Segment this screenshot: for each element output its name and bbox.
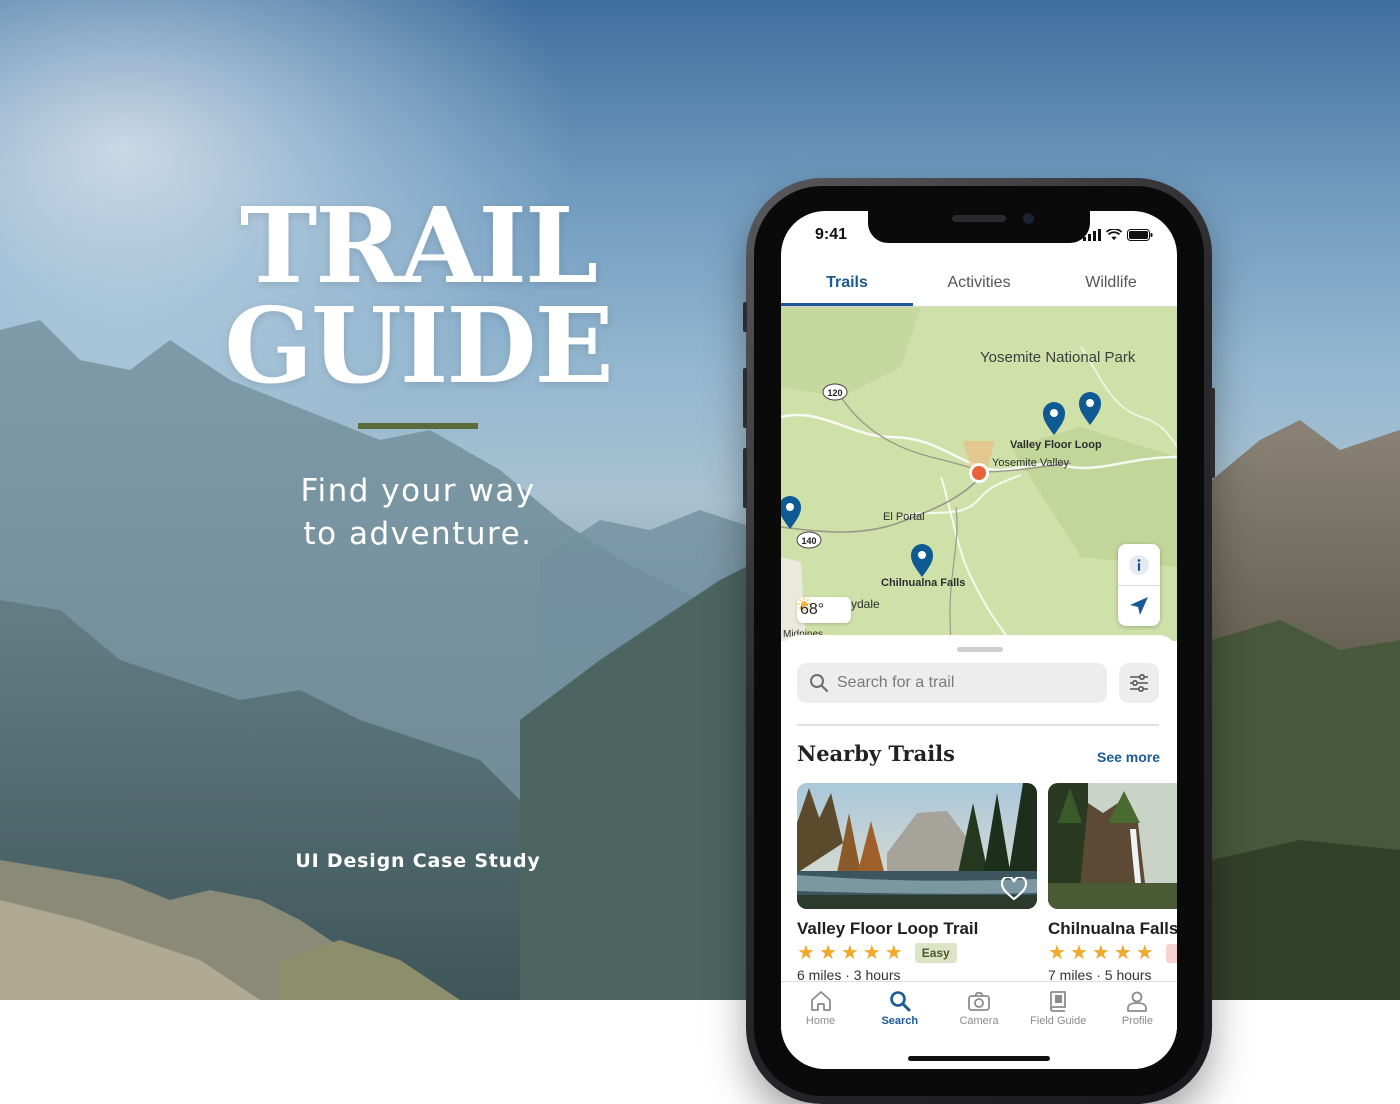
search-input[interactable] bbox=[837, 674, 1087, 692]
sun-icon bbox=[797, 597, 811, 611]
map-label-yosemite-valley: Yosemite Valley bbox=[992, 457, 1070, 469]
map-label-el-portal: El Portal bbox=[883, 511, 925, 523]
highway-140-label: 140 bbox=[801, 536, 816, 546]
map-label-chilnualna-falls: Chilnualna Falls bbox=[881, 577, 966, 589]
volume-up-button bbox=[743, 368, 747, 428]
app-screen: 9:41 Trails Activities Wildlife 120 140 … bbox=[781, 211, 1177, 1069]
star-icon: ★ bbox=[1091, 942, 1110, 964]
notch bbox=[868, 211, 1090, 243]
map-label-ydale: ydale bbox=[851, 597, 880, 611]
map-park-label: Yosemite National Park bbox=[980, 349, 1136, 366]
tab-field-guide-label: Field Guide bbox=[1030, 1015, 1087, 1027]
star-icon: ★ bbox=[1135, 942, 1154, 964]
trail-card-chilnualna-falls[interactable]: Chilnualna Falls ★ ★ ★ ★ ★ 7 miles · 5 h… bbox=[1048, 783, 1177, 983]
top-tabs: Trails Activities Wildlife bbox=[781, 263, 1177, 307]
volume-down-button bbox=[743, 448, 747, 508]
trail-photo-chilnualna-falls bbox=[1048, 783, 1177, 909]
heart-icon[interactable] bbox=[1001, 877, 1027, 901]
bottom-tab-bar: Home Search Camera Field Guide Profile bbox=[781, 981, 1177, 1069]
tagline-line-2: to adventure. bbox=[303, 516, 533, 552]
tab-search-label: Search bbox=[881, 1015, 919, 1027]
tagline-line-1: Find your way bbox=[300, 473, 536, 509]
tab-profile-label: Profile bbox=[1121, 1015, 1153, 1027]
map-info-button[interactable] bbox=[1118, 544, 1160, 585]
star-icon: ★ bbox=[840, 942, 859, 964]
profile-icon bbox=[1127, 991, 1148, 1012]
sliders-icon bbox=[1130, 674, 1148, 692]
tab-wildlife[interactable]: Wildlife bbox=[1045, 263, 1177, 306]
tab-home[interactable]: Home bbox=[781, 990, 860, 1027]
search-icon bbox=[810, 674, 829, 693]
location-arrow-icon bbox=[1130, 597, 1148, 615]
battery-icon bbox=[1127, 229, 1153, 241]
map-locate-button[interactable] bbox=[1118, 585, 1160, 626]
status-icons bbox=[1083, 229, 1153, 241]
wifi-icon bbox=[1106, 229, 1122, 240]
signal-icon bbox=[1083, 229, 1101, 241]
tab-camera[interactable]: Camera bbox=[939, 990, 1018, 1027]
trail-photo-valley-floor bbox=[797, 783, 1037, 909]
map-label-valley-floor-loop: Valley Floor Loop bbox=[1010, 439, 1102, 451]
map-controls bbox=[1118, 544, 1160, 626]
front-camera bbox=[1023, 213, 1034, 224]
title-line-1: TRAIL bbox=[239, 184, 598, 307]
tab-field-guide[interactable]: Field Guide bbox=[1019, 990, 1098, 1027]
search-icon bbox=[889, 991, 911, 1012]
search-bar[interactable] bbox=[797, 663, 1107, 703]
highway-120-label: 120 bbox=[827, 388, 842, 398]
title-line-2: GUIDE bbox=[224, 284, 614, 407]
home-icon bbox=[810, 991, 831, 1011]
see-more-link[interactable]: See more bbox=[1097, 749, 1160, 765]
tab-camera-label: Camera bbox=[959, 1015, 999, 1027]
difficulty-badge bbox=[1165, 943, 1177, 963]
star-icon: ★ bbox=[884, 942, 903, 964]
camera-icon bbox=[968, 992, 990, 1011]
star-icon: ★ bbox=[862, 942, 881, 964]
filter-button[interactable] bbox=[1119, 663, 1159, 703]
trail-name: Valley Floor Loop Trail bbox=[797, 919, 979, 938]
highway-shield-120: 120 bbox=[822, 383, 848, 401]
trail-rating: ★ ★ ★ ★ ★ Easy bbox=[797, 943, 1037, 963]
highway-shield-140: 140 bbox=[796, 531, 822, 549]
star-icon: ★ bbox=[797, 942, 815, 964]
sheet-divider bbox=[797, 724, 1159, 726]
tab-search[interactable]: Search bbox=[860, 990, 939, 1027]
tab-activities[interactable]: Activities bbox=[913, 263, 1045, 306]
nearby-trails-title: Nearby Trails bbox=[797, 741, 955, 766]
star-icon: ★ bbox=[1048, 942, 1066, 964]
home-indicator[interactable] bbox=[908, 1056, 1050, 1061]
side-button bbox=[1211, 388, 1215, 478]
trail-rating: ★ ★ ★ ★ ★ bbox=[1048, 943, 1177, 963]
tab-trails[interactable]: Trails bbox=[781, 263, 913, 306]
star-icon: ★ bbox=[818, 942, 837, 964]
mute-switch bbox=[743, 302, 747, 332]
sheet-grabber[interactable] bbox=[957, 647, 1003, 652]
star-icon: ★ bbox=[1113, 942, 1132, 964]
page-title: TRAIL GUIDE bbox=[200, 184, 636, 407]
tab-profile[interactable]: Profile bbox=[1098, 990, 1177, 1027]
current-location-dot bbox=[972, 466, 986, 480]
case-study-label: UI Design Case Study bbox=[295, 850, 541, 872]
tab-home-label: Home bbox=[805, 1015, 836, 1027]
book-icon bbox=[1050, 991, 1067, 1012]
trail-card-valley-floor[interactable]: Valley Floor Loop Trail ★ ★ ★ ★ ★ Easy 6… bbox=[797, 783, 1037, 983]
trail-name: Chilnualna Falls bbox=[1048, 919, 1177, 938]
tagline: Find your way to adventure. bbox=[218, 470, 618, 556]
info-icon bbox=[1129, 554, 1149, 575]
status-time: 9:41 bbox=[815, 226, 848, 243]
weather-chip[interactable]: 68° bbox=[797, 597, 851, 623]
difficulty-badge: Easy bbox=[914, 943, 957, 963]
star-icon: ★ bbox=[1069, 942, 1088, 964]
title-divider bbox=[358, 423, 478, 429]
speaker bbox=[952, 215, 1006, 222]
